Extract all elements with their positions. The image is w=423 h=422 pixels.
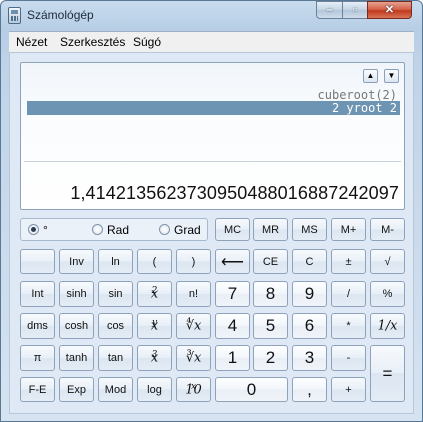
title-bar[interactable]: Számológép – ▫ ✕ bbox=[1, 1, 422, 31]
digit-4-button[interactable]: 4 bbox=[215, 313, 250, 339]
negate-button[interactable]: ± bbox=[331, 249, 366, 274]
yroot-button[interactable]: ∜x bbox=[176, 313, 211, 339]
reciprocal-button[interactable]: 1/x bbox=[370, 313, 405, 339]
digit-9-button[interactable]: 9 bbox=[292, 281, 327, 307]
pi-button[interactable]: π bbox=[20, 345, 55, 371]
memory-subtract-button[interactable]: M- bbox=[370, 218, 405, 241]
menu-help[interactable]: Súgó bbox=[133, 35, 161, 49]
digit-0-button[interactable]: 0 bbox=[215, 377, 288, 402]
history-up-button[interactable]: ▲ bbox=[363, 69, 378, 83]
display: ▲ ▼ cuberoot(2) 2 yroot 2 1,414213562373… bbox=[20, 62, 405, 210]
digit-7-button[interactable]: 7 bbox=[215, 281, 250, 307]
history-down-button[interactable]: ▼ bbox=[384, 69, 399, 83]
radio-unselected-icon bbox=[159, 224, 170, 235]
window-title: Számológép bbox=[27, 8, 94, 22]
memory-clear-button[interactable]: MC bbox=[215, 218, 250, 241]
digit-3-button[interactable]: 3 bbox=[292, 345, 327, 371]
history-entry-selected[interactable]: 2 yroot 2 bbox=[27, 101, 400, 115]
minimize-icon: – bbox=[326, 4, 333, 16]
inverse-button[interactable]: Inv bbox=[59, 249, 94, 274]
blank-button[interactable] bbox=[20, 249, 55, 274]
radio-selected-icon bbox=[28, 224, 39, 235]
memory-add-button[interactable]: M+ bbox=[331, 218, 366, 241]
digit-8-button[interactable]: 8 bbox=[253, 281, 288, 307]
triangle-up-icon: ▲ bbox=[366, 71, 375, 80]
tanh-button[interactable]: tanh bbox=[59, 345, 94, 371]
cos-button[interactable]: cos bbox=[98, 313, 133, 339]
square-button[interactable]: x2 bbox=[137, 281, 172, 307]
add-button[interactable]: + bbox=[331, 377, 366, 402]
subtract-button[interactable]: - bbox=[331, 345, 366, 371]
decimal-button[interactable]: , bbox=[292, 377, 327, 402]
tan-button[interactable]: tan bbox=[98, 345, 133, 371]
memory-recall-button[interactable]: MR bbox=[253, 218, 288, 241]
history-entry[interactable]: cuberoot(2) bbox=[318, 88, 397, 102]
backspace-button[interactable]: ⟵ bbox=[215, 249, 250, 274]
maximize-button[interactable]: ▫ bbox=[342, 1, 368, 19]
digit-1-button[interactable]: 1 bbox=[215, 345, 250, 371]
dms-button[interactable]: dms bbox=[20, 313, 55, 339]
clear-entry-button[interactable]: CE bbox=[253, 249, 288, 274]
factorial-button[interactable]: n! bbox=[176, 281, 211, 307]
cube-button[interactable]: x3 bbox=[137, 345, 172, 371]
angle-unit-group: ° Rad Grad bbox=[20, 218, 208, 241]
calculator-window: Számológép – ▫ ✕ Nézet Szerkesztés Súgó … bbox=[0, 0, 423, 422]
digit-5-button[interactable]: 5 bbox=[253, 313, 288, 339]
log-button[interactable]: log bbox=[137, 377, 172, 402]
sinh-button[interactable]: sinh bbox=[59, 281, 94, 307]
ten-power-button[interactable]: 10 x bbox=[176, 377, 211, 402]
multiply-button[interactable]: * bbox=[331, 313, 366, 339]
memory-store-button[interactable]: MS bbox=[292, 218, 327, 241]
modulo-button[interactable]: Mod bbox=[98, 377, 133, 402]
percent-button[interactable]: % bbox=[370, 281, 405, 307]
close-paren-button[interactable]: ) bbox=[176, 249, 211, 274]
exp-button[interactable]: Exp bbox=[59, 377, 94, 402]
minimize-button[interactable]: – bbox=[316, 1, 343, 19]
digit-6-button[interactable]: 6 bbox=[292, 313, 327, 339]
close-icon: ✕ bbox=[384, 4, 395, 16]
fixed-exponent-button[interactable]: F-E bbox=[20, 377, 55, 402]
radio-unselected-icon bbox=[92, 224, 103, 235]
calculator-icon bbox=[8, 7, 21, 24]
menu-view[interactable]: Nézet bbox=[16, 35, 47, 49]
power-button[interactable]: xy bbox=[137, 313, 172, 339]
result-value: 1,4142135623730950488016887242097 bbox=[70, 183, 399, 203]
square-root-button[interactable]: √ bbox=[370, 249, 405, 274]
digit-2-button[interactable]: 2 bbox=[253, 345, 288, 371]
cube-root-button[interactable]: ∛x bbox=[176, 345, 211, 371]
menu-edit[interactable]: Szerkesztés bbox=[60, 35, 125, 49]
ln-button[interactable]: ln bbox=[98, 249, 133, 274]
integer-button[interactable]: Int bbox=[20, 281, 55, 307]
display-divider bbox=[24, 161, 401, 162]
close-button[interactable]: ✕ bbox=[367, 1, 412, 19]
equals-button[interactable]: = bbox=[370, 345, 405, 402]
cosh-button[interactable]: cosh bbox=[59, 313, 94, 339]
clear-button[interactable]: C bbox=[292, 249, 327, 274]
triangle-down-icon: ▼ bbox=[387, 71, 396, 80]
backspace-arrow-icon: ⟵ bbox=[221, 253, 244, 271]
open-paren-button[interactable]: ( bbox=[137, 249, 172, 274]
menu-bar: Nézet Szerkesztés Súgó bbox=[9, 31, 414, 52]
divide-button[interactable]: / bbox=[331, 281, 366, 307]
sin-button[interactable]: sin bbox=[98, 281, 133, 307]
maximize-icon: ▫ bbox=[353, 4, 357, 16]
